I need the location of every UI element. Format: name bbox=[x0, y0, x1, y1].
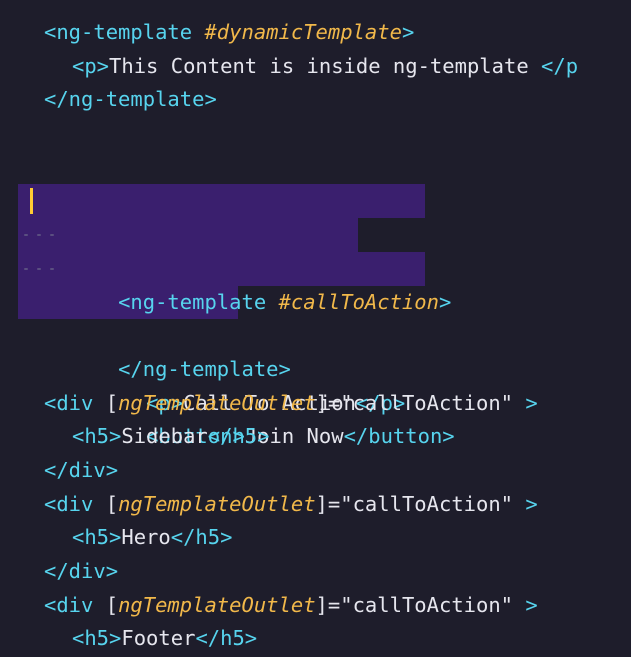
bracket-open: [ bbox=[105, 491, 119, 516]
selection-highlight bbox=[18, 184, 425, 219]
tag-open: <h5> bbox=[72, 424, 122, 449]
whitespace-dot-icon bbox=[50, 267, 54, 270]
attribute-value: "callToAction" bbox=[340, 390, 514, 415]
selection-highlight bbox=[18, 218, 358, 252]
tag-close: </h5> bbox=[170, 525, 233, 550]
tag-open: <ng-template bbox=[118, 289, 279, 314]
directive-attribute: ngTemplateOutlet bbox=[118, 390, 316, 415]
whitespace-dot-icon bbox=[24, 234, 28, 237]
code-line-6[interactable]: <ng-template #callToAction> bbox=[0, 184, 631, 314]
tag-close: </h5> bbox=[195, 626, 258, 651]
code-line-10[interactable] bbox=[0, 319, 631, 353]
text-content: Sidebar bbox=[121, 424, 208, 449]
directive-attribute: ngTemplateOutlet bbox=[118, 491, 316, 516]
bracket-open: [ bbox=[105, 390, 119, 415]
bracket-close: ]= bbox=[315, 390, 341, 415]
tag-close: </ng-template> bbox=[44, 87, 217, 112]
tag-close: </h5> bbox=[207, 424, 270, 449]
text-content: Hero bbox=[121, 525, 171, 550]
tag-close: </div> bbox=[44, 559, 119, 583]
code-line-15[interactable]: <div [ngTemplateOutlet]="callToAction" > bbox=[0, 488, 631, 522]
tag-open: <p> bbox=[72, 53, 110, 78]
code-line-4[interactable] bbox=[0, 117, 631, 151]
tag-close: </ng-template> bbox=[118, 356, 291, 381]
tag-close: > bbox=[513, 491, 538, 516]
tag-open: <ng-template bbox=[44, 20, 205, 44]
whitespace-dot-icon bbox=[37, 234, 41, 237]
text-content: Footer bbox=[121, 626, 196, 651]
tag-close: </div> bbox=[44, 457, 119, 482]
tag-close: > bbox=[513, 390, 538, 415]
whitespace-dot-icon bbox=[50, 234, 54, 237]
code-line-2[interactable]: <p>This Content is inside ng-template </… bbox=[0, 50, 631, 84]
directive-attribute: ngTemplateOutlet bbox=[118, 592, 316, 617]
code-line-8[interactable]: <button>Join Now</button> bbox=[0, 251, 631, 448]
text-content: This Content is inside ng-template bbox=[109, 53, 542, 78]
code-line-11[interactable] bbox=[0, 353, 631, 387]
selection-highlight bbox=[18, 251, 425, 286]
whitespace-dot-icon bbox=[24, 267, 28, 270]
code-line-16[interactable]: <h5>Hero</h5> bbox=[0, 521, 631, 555]
tag-close: > bbox=[513, 592, 538, 617]
code-line-3[interactable]: </ng-template> bbox=[0, 83, 631, 117]
attribute-value: "callToAction" bbox=[340, 592, 514, 617]
tag-close: </p bbox=[541, 53, 579, 78]
tag-close: > bbox=[438, 289, 452, 314]
code-line-7[interactable]: <p>Call To Action</p> bbox=[0, 218, 631, 415]
code-line-5[interactable] bbox=[0, 151, 631, 185]
template-reference: #callToAction bbox=[278, 289, 439, 314]
code-line-12[interactable]: <div [ngTemplateOutlet]="callToAction" > bbox=[0, 387, 631, 421]
bracket-open: [ bbox=[105, 592, 119, 617]
code-editor[interactable]: <ng-template #dynamicTemplate> <p>This C… bbox=[0, 0, 631, 657]
code-line-19[interactable]: <h5>Footer</h5> bbox=[0, 622, 631, 656]
whitespace-dot-icon bbox=[37, 267, 41, 270]
tag-open: <div bbox=[44, 592, 106, 617]
template-reference: #dynamicTemplate bbox=[204, 20, 402, 44]
code-line-18[interactable]: <div [ngTemplateOutlet]="callToAction" > bbox=[0, 589, 631, 623]
tag-open: <div bbox=[44, 491, 106, 516]
code-line-17[interactable]: </div> bbox=[0, 555, 631, 589]
tag-open: <h5> bbox=[72, 525, 122, 550]
code-line-1[interactable]: <ng-template #dynamicTemplate> bbox=[0, 16, 631, 50]
tag-open: <h5> bbox=[72, 626, 122, 651]
attribute-value: "callToAction" bbox=[340, 491, 514, 516]
bracket-close: ]= bbox=[315, 491, 341, 516]
tag-open: <div bbox=[44, 390, 106, 415]
bracket-close: ]= bbox=[315, 592, 341, 617]
text-cursor bbox=[30, 188, 33, 215]
code-lines[interactable]: <ng-template #dynamicTemplate> <p>This C… bbox=[0, 16, 631, 656]
code-line-14[interactable]: </div> bbox=[0, 454, 631, 488]
tag-close: </button> bbox=[343, 424, 455, 449]
tag-close: > bbox=[401, 20, 415, 44]
